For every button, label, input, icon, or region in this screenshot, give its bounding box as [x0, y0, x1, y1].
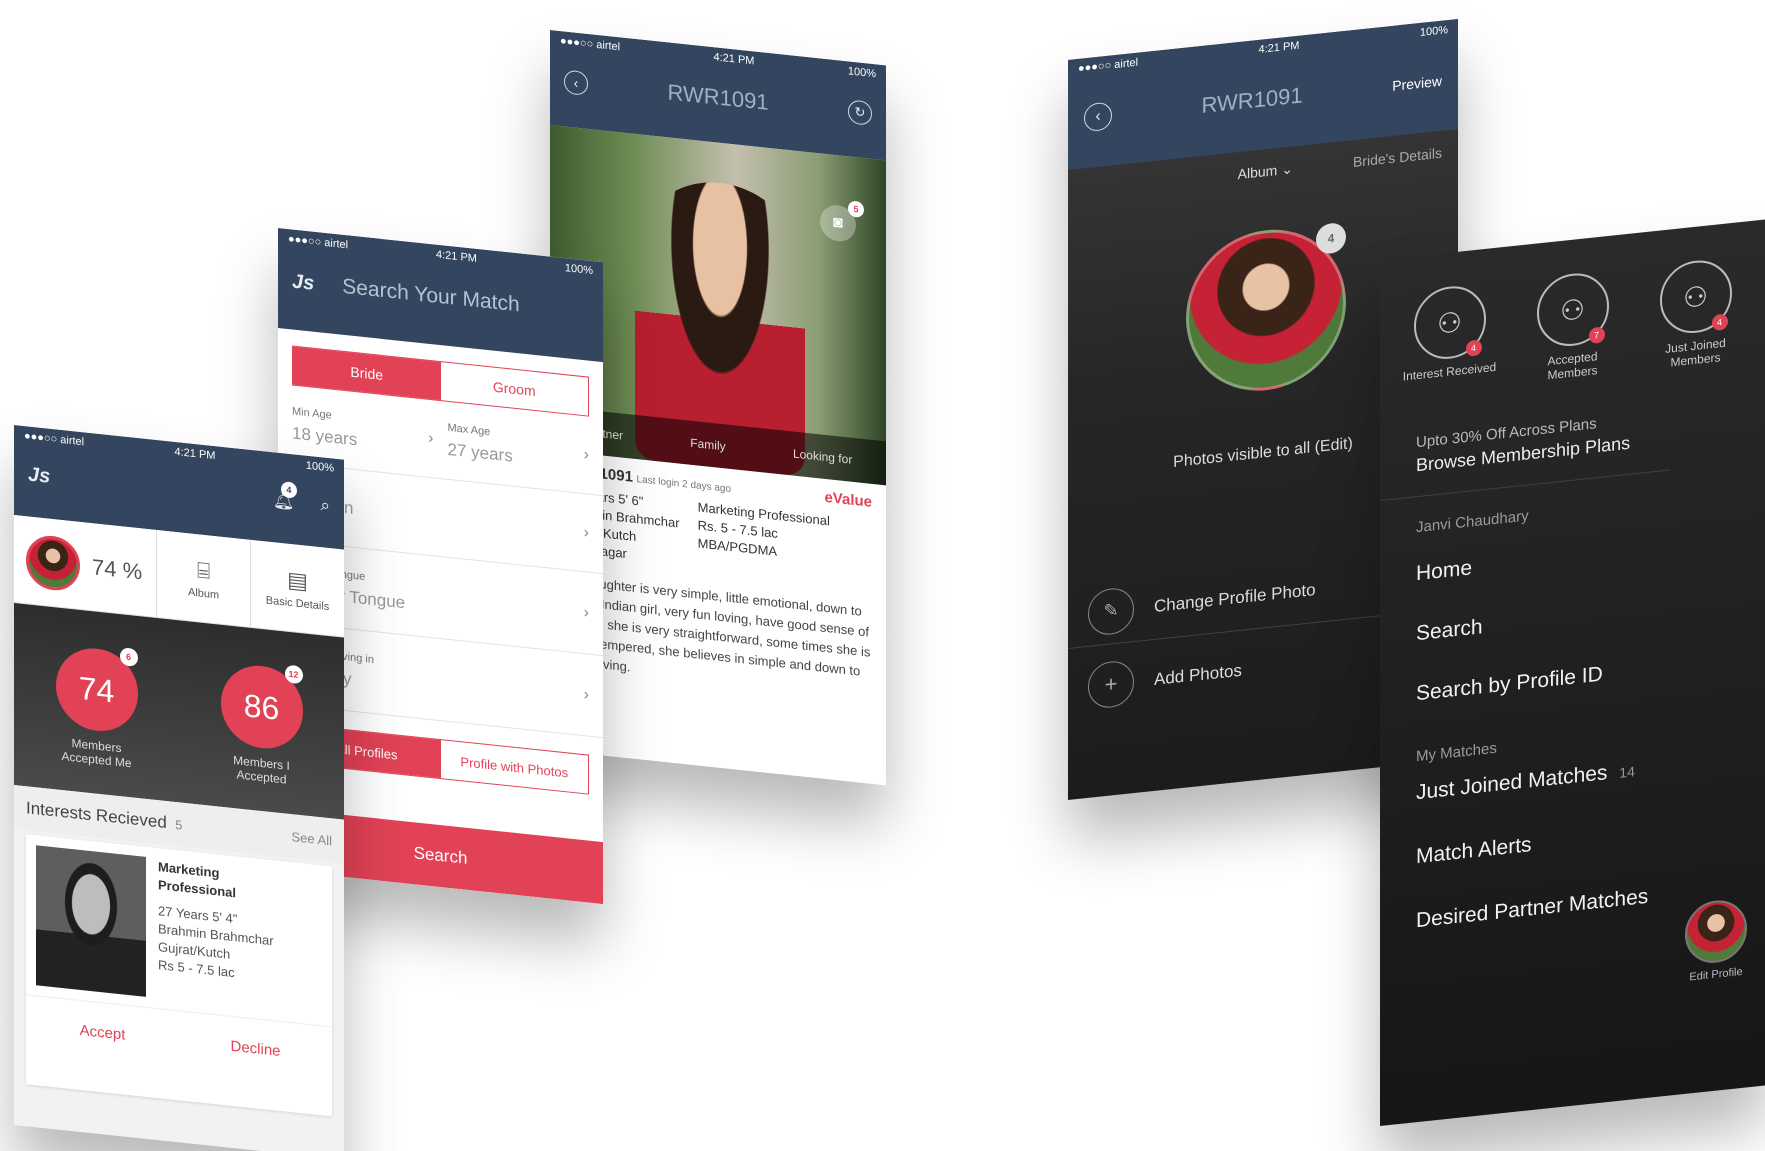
details-icon: ▤: [287, 566, 308, 594]
add-photos-label: Add Photos: [1154, 660, 1242, 689]
interests-title: Interests Recieved: [26, 798, 167, 833]
chevron-right-icon: ›: [583, 523, 589, 542]
edit-profile-label: Edit Profile: [1689, 965, 1743, 984]
plus-icon: +: [1088, 659, 1134, 710]
just-joined-label: Just Joined Members: [1665, 335, 1726, 370]
min-age-field[interactable]: Min Age 18 years: [292, 405, 428, 457]
time-text: 4:21 PM: [436, 248, 477, 265]
battery-text: 100%: [564, 262, 593, 278]
see-all-link[interactable]: See All: [292, 829, 332, 848]
app-logo[interactable]: Js: [292, 270, 314, 295]
avatar: [1685, 897, 1747, 966]
carrier-text: ●●●○○ airtel: [560, 35, 621, 54]
interest-received-label: Interest Received: [1402, 359, 1497, 384]
menu-search-by-id[interactable]: Search by Profile ID: [1380, 646, 1765, 710]
menu-match-alerts[interactable]: Match Alerts: [1380, 809, 1765, 873]
stats-panel: 74 6 Members Accepted Me 86 12 Members I…: [14, 603, 344, 820]
time-text: 4:21 PM: [1258, 39, 1300, 56]
interest-received-count: 4: [1465, 339, 1482, 358]
tab-looking-for[interactable]: Looking for: [793, 447, 852, 467]
tab-family[interactable]: Family: [690, 436, 725, 454]
just-joined-shortcut[interactable]: ⚇ 4 Just Joined Members: [1646, 256, 1746, 373]
chevron-right-icon: ›: [583, 603, 589, 622]
accepted-members-count: 7: [1588, 326, 1605, 345]
album-photo-count: 4: [1316, 221, 1346, 255]
last-login: Last login 2 days ago: [636, 474, 732, 496]
i-accepted-stat[interactable]: 86 12 Members I Accepted: [220, 661, 303, 789]
with-photos-option[interactable]: Profile with Photos: [441, 740, 589, 794]
just-joined-label: Just Joined Matches: [1416, 761, 1608, 805]
battery-text: 100%: [1419, 24, 1448, 40]
search-title: Search Your Match: [342, 274, 520, 317]
preview-button[interactable]: Preview: [1392, 73, 1442, 94]
change-photo-label: Change Profile Photo: [1154, 579, 1316, 616]
membership-offer[interactable]: Upto 30% Off Across Plans Browse Members…: [1380, 407, 1670, 501]
avatar: [26, 532, 80, 593]
menu-home[interactable]: Home: [1380, 526, 1765, 590]
just-joined-count: 4: [1711, 313, 1728, 332]
decline-button[interactable]: Decline: [179, 1032, 332, 1065]
evalue-badge: eValue: [824, 488, 872, 511]
album-label: Album: [188, 585, 220, 602]
back-icon[interactable]: ‹: [1084, 101, 1112, 133]
completion-percent: 74 %: [92, 553, 143, 584]
i-accepted-label: Members I Accepted: [233, 753, 290, 787]
dashboard-screen: ●●●○○ airtel 4:21 PM 100% Js 🔔︎ 4 ⌕ 74 %…: [14, 425, 344, 1151]
menu-search[interactable]: Search: [1380, 586, 1765, 650]
chevron-right-icon: ›: [428, 429, 434, 447]
profile-completion[interactable]: 74 %: [14, 515, 158, 618]
menu-screen: ⚇ 4 Interest Received ⚇ 7 Accepted Membe…: [1380, 219, 1765, 1127]
carrier-text: ●●●○○ airtel: [24, 430, 85, 449]
member-profession: Marketing Professional: [158, 859, 237, 901]
chevron-right-icon: ›: [583, 685, 589, 704]
battery-text: 100%: [847, 65, 876, 81]
time-text: 4:21 PM: [174, 445, 216, 463]
app-logo[interactable]: Js: [28, 463, 50, 488]
member-photo: [36, 845, 146, 997]
profile-id-title: RWR1091: [667, 79, 769, 115]
accepted-me-label: Members Accepted Me: [61, 736, 132, 771]
accept-button[interactable]: Accept: [26, 1016, 179, 1049]
battery-text: 100%: [305, 459, 334, 475]
basic-details-shortcut[interactable]: ▤ Basic Details: [251, 540, 344, 637]
mockup-stage: ●●●○○ airtel 4:21 PM 100% ‹ RWR1091 ↻ ◙ …: [0, 0, 1765, 1151]
album-title: RWR1091: [1201, 82, 1303, 118]
chevron-right-icon: ›: [583, 445, 589, 464]
carrier-text: ●●●○○ airtel: [1078, 56, 1139, 75]
carrier-text: ●●●○○ airtel: [288, 233, 349, 252]
basic-details-label: Basic Details: [265, 593, 330, 613]
chevron-down-icon: ⌄: [1281, 160, 1293, 178]
refresh-icon[interactable]: ↻: [848, 99, 872, 126]
profile-right-details: Marketing Professional Rs. 5 - 7.5 lac M…: [698, 499, 830, 585]
edit-profile-button[interactable]: Edit Profile: [1685, 897, 1747, 984]
max-age-field[interactable]: Max Age 27 years: [448, 421, 584, 473]
interest-card[interactable]: Marketing Professional 27 Years 5' 4" Br…: [26, 834, 332, 1117]
back-icon[interactable]: ‹: [564, 69, 588, 96]
interest-received-shortcut[interactable]: ⚇ 4 Interest Received: [1400, 281, 1500, 398]
accepted-members-shortcut[interactable]: ⚇ 7 Accepted Members: [1523, 269, 1623, 386]
interests-count: 5: [175, 816, 183, 833]
album-shortcut[interactable]: ⌸ Album: [157, 530, 252, 627]
album-icon: ⌸: [196, 556, 211, 584]
about-text: My daughter is very simple, little emoti…: [564, 572, 871, 679]
pencil-icon: ✎: [1088, 585, 1134, 637]
accepted-me-stat[interactable]: 74 6 Members Accepted Me: [55, 644, 138, 771]
time-text: 4:21 PM: [713, 51, 755, 68]
search-icon[interactable]: ⌕: [320, 495, 330, 516]
just-joined-matches-count: 14: [1619, 763, 1635, 781]
accepted-members-label: Accepted Members: [1547, 349, 1598, 383]
